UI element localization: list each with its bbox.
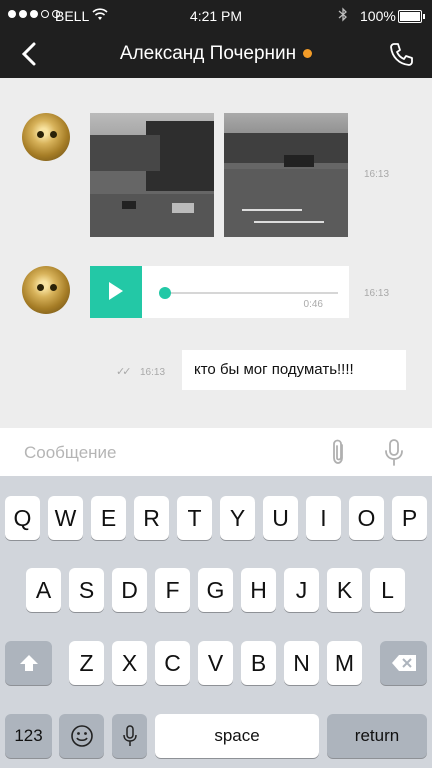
key-l[interactable]: L — [370, 568, 405, 612]
voice-message: 0:46 — [90, 266, 349, 318]
key-q[interactable]: Q — [5, 496, 40, 540]
audio-duration: 0:46 — [303, 299, 323, 310]
play-button[interactable] — [90, 266, 142, 318]
key-x[interactable]: X — [112, 641, 147, 685]
key-p[interactable]: P — [392, 496, 427, 540]
key-v[interactable]: V — [198, 641, 233, 685]
status-bar: BELL 4:21 PM 100% — [0, 0, 432, 32]
key-z[interactable]: Z — [69, 641, 104, 685]
key-f[interactable]: F — [155, 568, 190, 612]
message-text: кто бы мог подумать!!!! — [194, 361, 354, 378]
key-c[interactable]: C — [155, 641, 190, 685]
key-e[interactable]: E — [91, 496, 126, 540]
space-key[interactable]: space — [155, 714, 319, 758]
dictation-key[interactable] — [112, 714, 147, 758]
audio-scrubber-handle[interactable] — [159, 287, 171, 299]
key-w[interactable]: W — [48, 496, 83, 540]
play-icon — [109, 282, 123, 300]
key-i[interactable]: I — [306, 496, 341, 540]
numbers-key[interactable]: 123 — [5, 714, 52, 758]
audio-progress-track[interactable] — [162, 292, 338, 294]
message-input[interactable] — [22, 440, 306, 466]
chat-header: Александ Почернин — [0, 32, 432, 78]
on-screen-keyboard: Q W E R T Y U I O P A S D F G H J K L Z … — [0, 476, 432, 768]
call-button[interactable] — [388, 41, 414, 67]
phone-icon — [390, 43, 413, 66]
message-composer — [0, 428, 432, 476]
key-s[interactable]: S — [69, 568, 104, 612]
key-h[interactable]: H — [241, 568, 276, 612]
photo-attachment[interactable] — [224, 113, 348, 237]
return-key[interactable]: return — [327, 714, 427, 758]
key-k[interactable]: K — [327, 568, 362, 612]
backspace-key[interactable] — [380, 641, 427, 685]
double-check-icon: ✓✓ — [116, 366, 132, 378]
contact-name[interactable]: Александ Почернин — [0, 43, 432, 65]
key-o[interactable]: O — [349, 496, 384, 540]
shift-key[interactable] — [5, 641, 52, 685]
microphone-icon — [122, 725, 137, 746]
online-status-dot — [303, 49, 313, 59]
key-y[interactable]: Y — [220, 496, 255, 540]
key-g[interactable]: G — [198, 568, 233, 612]
key-d[interactable]: D — [112, 568, 147, 612]
key-t[interactable]: T — [177, 496, 212, 540]
contact-avatar[interactable] — [22, 266, 70, 314]
bluetooth-icon — [338, 7, 348, 25]
message-list[interactable]: 16:13 0:46 16:13 ✓✓ 16:13 кто бы мог под… — [0, 78, 432, 428]
emoji-key[interactable] — [59, 714, 104, 758]
message-timestamp: 16:13 — [140, 367, 166, 378]
voice-record-button[interactable] — [382, 438, 406, 468]
shift-arrow-icon — [19, 655, 38, 671]
backspace-icon — [391, 655, 416, 671]
photo-attachment[interactable] — [90, 113, 214, 237]
key-u[interactable]: U — [263, 496, 298, 540]
attach-button[interactable] — [326, 438, 352, 466]
key-j[interactable]: J — [284, 568, 319, 612]
key-b[interactable]: B — [241, 641, 276, 685]
paperclip-icon — [333, 439, 343, 464]
message-timestamp: 16:13 — [364, 288, 390, 299]
key-n[interactable]: N — [284, 641, 319, 685]
contact-avatar[interactable] — [22, 113, 70, 161]
battery-percent: 100% — [360, 8, 396, 24]
emoji-icon — [70, 725, 93, 747]
key-a[interactable]: A — [26, 568, 61, 612]
message-timestamp: 16:13 — [364, 169, 390, 180]
key-r[interactable]: R — [134, 496, 169, 540]
battery-icon — [398, 10, 425, 23]
key-m[interactable]: M — [327, 641, 362, 685]
outgoing-message[interactable]: кто бы мог подумать!!!! — [182, 350, 406, 390]
microphone-icon — [385, 439, 403, 466]
